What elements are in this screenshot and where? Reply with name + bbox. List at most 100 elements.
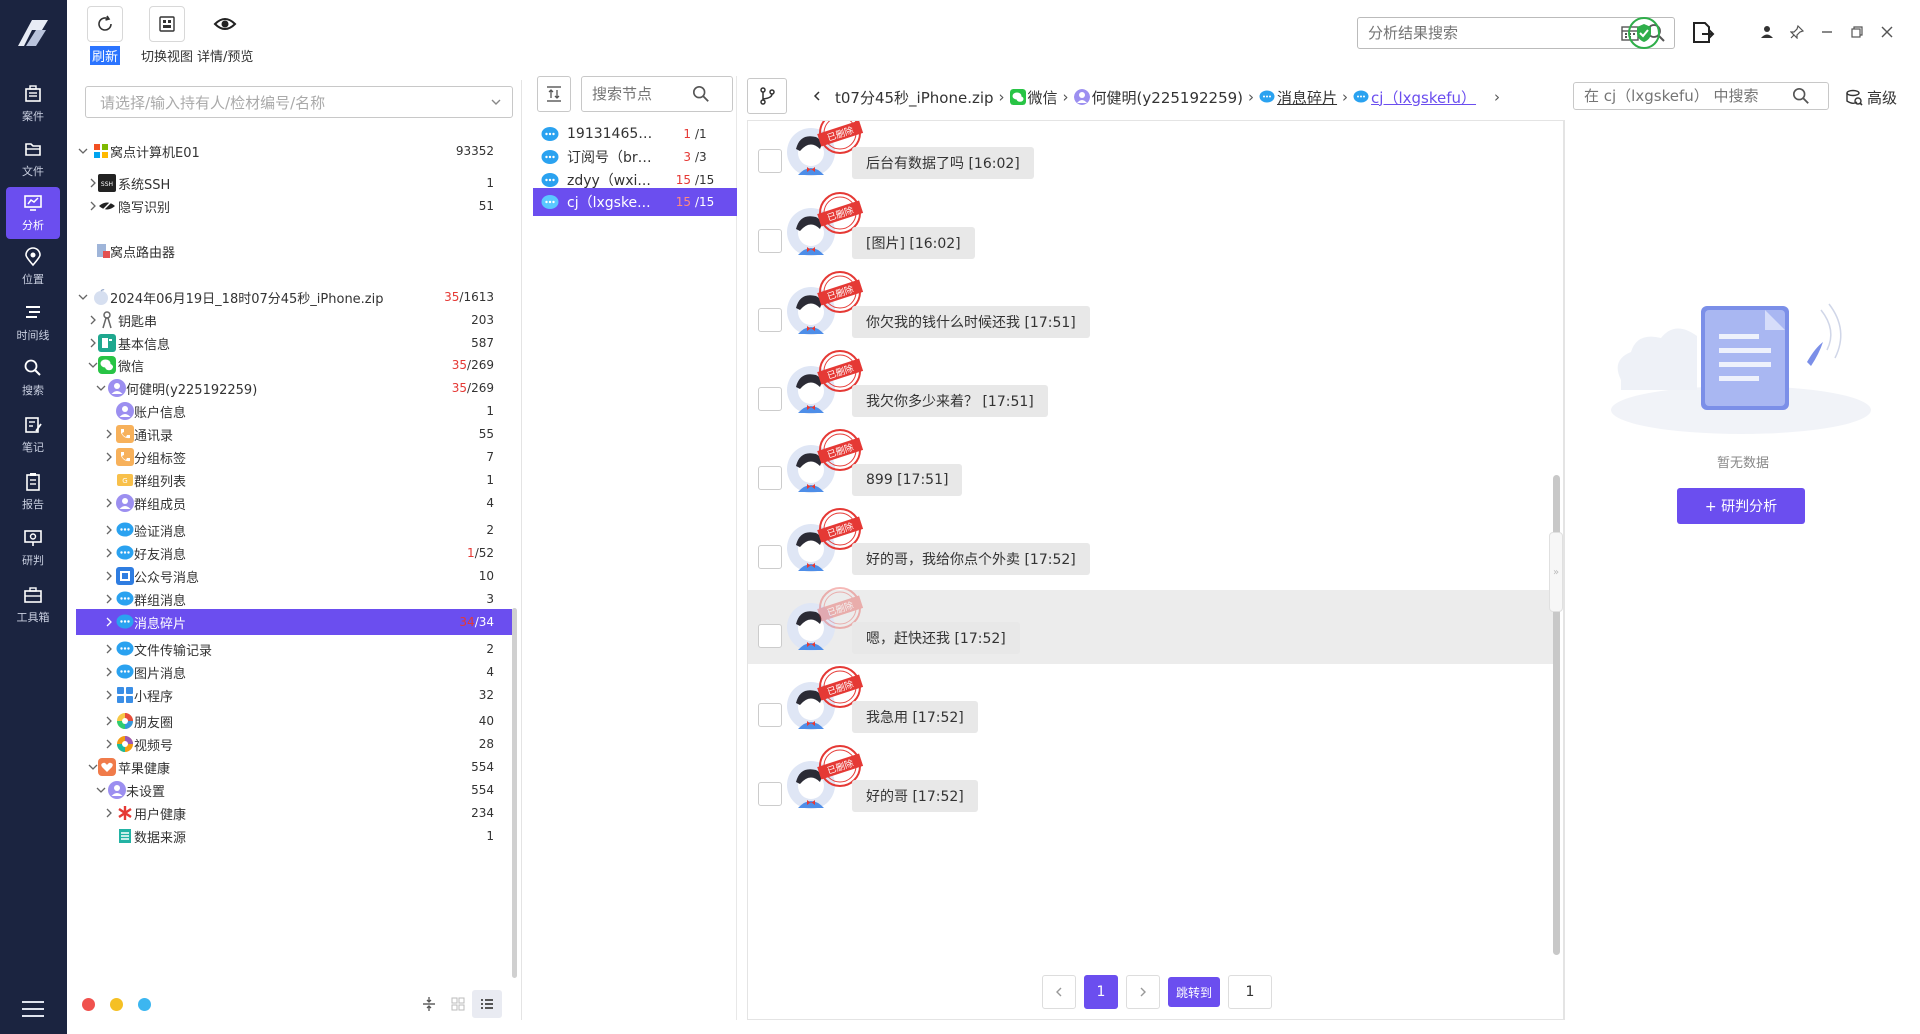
- chevron-right-icon[interactable]: [88, 338, 98, 348]
- tree-node[interactable]: 隐写识别 51: [76, 193, 512, 219]
- tree-node[interactable]: 数据来源 1: [76, 823, 512, 849]
- message-checkbox[interactable]: [758, 703, 782, 727]
- collapse-all-icon[interactable]: [421, 996, 437, 1012]
- chevron-down-icon[interactable]: [96, 785, 106, 795]
- holder-selector[interactable]: 请选择/输入持有人/检材编号/名称: [85, 86, 513, 118]
- conversation-search-input[interactable]: [1574, 83, 1784, 109]
- message-checkbox[interactable]: [758, 308, 782, 332]
- restore-icon[interactable]: [1847, 22, 1867, 42]
- message-checkbox[interactable]: [758, 466, 782, 490]
- chevron-down-icon[interactable]: [88, 762, 98, 772]
- message-checkbox[interactable]: [758, 149, 782, 173]
- analyze-button[interactable]: + 研判分析: [1677, 488, 1805, 524]
- message-checkbox[interactable]: [758, 624, 782, 648]
- search-icon[interactable]: [692, 85, 710, 103]
- breadcrumb-next-icon[interactable]: ›: [1494, 88, 1500, 106]
- panel-collapse-handle[interactable]: »: [1549, 532, 1563, 612]
- chevron-right-icon[interactable]: [104, 571, 114, 581]
- chevron-right-icon[interactable]: [104, 617, 114, 627]
- branch-button[interactable]: [747, 78, 787, 114]
- chevron-right-icon[interactable]: [88, 201, 98, 211]
- message-checkbox[interactable]: [758, 387, 782, 411]
- chevron-right-icon[interactable]: [104, 525, 114, 535]
- nav-item[interactable]: 文件: [6, 133, 60, 185]
- chevron-down-icon[interactable]: [78, 146, 88, 156]
- chevron-right-icon[interactable]: [104, 808, 114, 818]
- tree-node[interactable]: 消息碎片 34/34: [76, 609, 512, 635]
- close-icon[interactable]: [1877, 22, 1897, 42]
- grid-view-icon[interactable]: [450, 996, 466, 1012]
- node-search-box[interactable]: [581, 76, 733, 112]
- message-row[interactable]: 已删除 899 [17:51]: [748, 429, 1553, 506]
- breadcrumb-item-account[interactable]: 何健明(y225192259): [1073, 87, 1243, 108]
- message-row[interactable]: 已删除 好的哥，我给你点个外卖 [17:52]: [748, 508, 1553, 585]
- advanced-search-button[interactable]: 高级: [1845, 87, 1897, 108]
- jump-page-input[interactable]: 1: [1228, 975, 1273, 1009]
- tree-node[interactable]: 窝点计算机E01 93352: [76, 138, 512, 164]
- yellow-dot-icon[interactable]: [110, 998, 123, 1011]
- chevron-down-icon[interactable]: [88, 360, 98, 370]
- message-row[interactable]: 已删除 [图片] [16:02]: [748, 192, 1553, 269]
- breadcrumb-item-wechat[interactable]: 微信: [1009, 87, 1058, 108]
- message-row[interactable]: 已删除 我欠你多少来着？ [17:51]: [748, 350, 1553, 427]
- chevron-right-icon[interactable]: [104, 690, 114, 700]
- tree-node[interactable]: 小程序 32: [76, 682, 512, 708]
- tree-node[interactable]: 群组成员 4: [76, 490, 512, 516]
- result-search-input[interactable]: [1358, 18, 1620, 48]
- message-row[interactable]: 已删除 嗯，赶快还我 [17:52]: [748, 587, 1553, 664]
- red-dot-icon[interactable]: [82, 998, 95, 1011]
- breadcrumb-item[interactable]: t07分45秒_iPhone.zip: [835, 87, 994, 108]
- hamburger-menu-icon[interactable]: [22, 1000, 44, 1018]
- chevron-right-icon[interactable]: [104, 548, 114, 558]
- chevron-right-icon[interactable]: [104, 429, 114, 439]
- breadcrumb-item-current[interactable]: cj（lxgskefu）: [1353, 87, 1476, 108]
- message-checkbox[interactable]: [758, 545, 782, 569]
- page-number-button[interactable]: 1: [1084, 975, 1118, 1009]
- chevron-left-icon[interactable]: [811, 90, 823, 102]
- nav-item[interactable]: 时间线: [6, 297, 60, 349]
- next-page-button[interactable]: [1126, 975, 1160, 1009]
- nav-item[interactable]: 分析: [6, 187, 60, 239]
- chevron-right-icon[interactable]: [104, 716, 114, 726]
- prev-page-button[interactable]: [1042, 975, 1076, 1009]
- node-search-input[interactable]: [582, 79, 692, 109]
- message-checkbox[interactable]: [758, 782, 782, 806]
- chevron-right-icon[interactable]: [88, 315, 98, 325]
- nav-item[interactable]: 案件: [6, 78, 60, 130]
- refresh-button[interactable]: 刷新: [87, 6, 123, 66]
- jump-to-button[interactable]: 跳转到: [1168, 977, 1221, 1007]
- nav-item[interactable]: 笔记: [6, 409, 60, 461]
- chevron-right-icon[interactable]: [104, 498, 114, 508]
- chevron-right-icon[interactable]: [104, 644, 114, 654]
- tree-node[interactable]: 窝点路由器: [76, 238, 512, 264]
- message-row[interactable]: 已删除 你欠我的钱什么时候还我 [17:51]: [748, 271, 1553, 348]
- sort-button[interactable]: [537, 76, 571, 112]
- conversation-node[interactable]: cj（lxgske... 15/15: [533, 188, 737, 216]
- search-icon[interactable]: [1792, 87, 1810, 105]
- breadcrumb-item-fragments[interactable]: 消息碎片: [1259, 87, 1337, 108]
- minimize-icon[interactable]: [1817, 22, 1837, 42]
- shield-check-icon[interactable]: [1627, 16, 1661, 50]
- chevron-down-icon[interactable]: [96, 383, 106, 393]
- pin-icon[interactable]: [1787, 22, 1807, 42]
- chevron-right-icon[interactable]: [88, 178, 98, 188]
- chevron-right-icon[interactable]: [104, 667, 114, 677]
- tree-scrollbar[interactable]: [512, 608, 517, 978]
- nav-item[interactable]: 搜索: [6, 352, 60, 404]
- message-row[interactable]: 已删除 好的哥 [17:52]: [748, 745, 1553, 822]
- export-icon[interactable]: [1689, 20, 1715, 46]
- conversation-search-box[interactable]: [1573, 82, 1829, 110]
- nav-item[interactable]: 报告: [6, 466, 60, 518]
- detail-preview-button[interactable]: 详情/预览: [197, 6, 253, 66]
- chevron-down-icon[interactable]: [78, 292, 88, 302]
- message-row[interactable]: 已删除 后台有数据了吗 [16:02]: [748, 121, 1553, 189]
- message-checkbox[interactable]: [758, 229, 782, 253]
- list-view-button[interactable]: [472, 990, 502, 1018]
- nav-item[interactable]: 研判: [6, 522, 60, 574]
- user-icon[interactable]: [1757, 22, 1777, 42]
- chevron-right-icon[interactable]: [104, 594, 114, 604]
- message-row[interactable]: 已删除 我急用 [17:52]: [748, 666, 1553, 743]
- nav-item[interactable]: 位置: [6, 241, 60, 293]
- switch-view-button[interactable]: 切换视图: [141, 6, 193, 66]
- chevron-right-icon[interactable]: [104, 739, 114, 749]
